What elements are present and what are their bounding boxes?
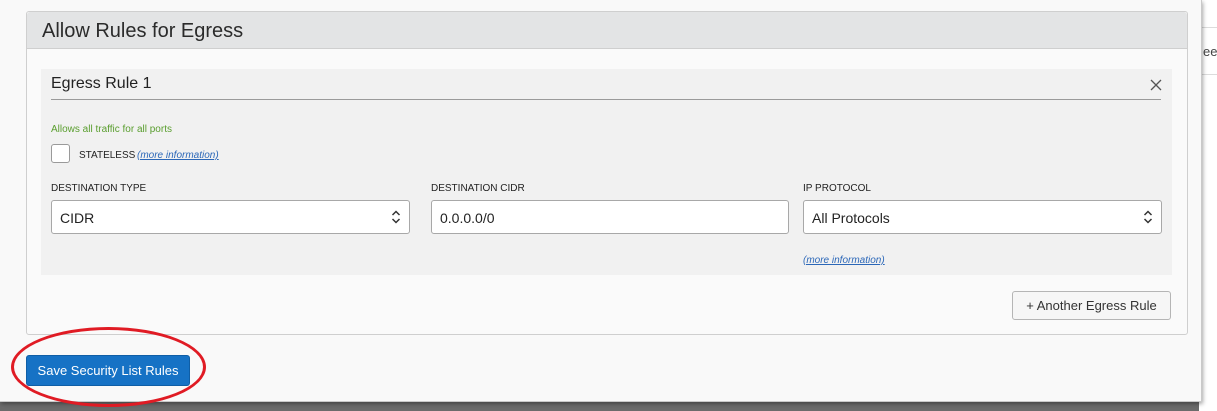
destination-cidr-label: DESTINATION CIDR: [431, 183, 525, 194]
egress-rules-panel: Allow Rules for Egress Egress Rule 1 All…: [26, 11, 1188, 335]
destination-type-label: DESTINATION TYPE: [51, 183, 147, 194]
background-text-fragment: eed: [1203, 44, 1217, 59]
security-list-rules-dialog: Allow Rules for Egress Egress Rule 1 All…: [0, 0, 1202, 402]
rule-title-divider: [51, 99, 1161, 100]
stateless-checkbox[interactable]: [51, 144, 70, 163]
destination-type-select[interactable]: CIDR: [51, 200, 410, 234]
ip-protocol-value: All Protocols: [812, 210, 890, 226]
chevron-up-down-icon: [1143, 210, 1153, 224]
destination-cidr-value: 0.0.0.0/0: [440, 210, 495, 226]
destination-type-value: CIDR: [60, 210, 95, 226]
destination-cidr-input[interactable]: 0.0.0.0/0: [431, 200, 789, 234]
stateless-label: STATELESS: [79, 150, 136, 161]
save-security-list-rules-button[interactable]: Save Security List Rules: [26, 355, 190, 386]
ip-protocol-label: IP PROTOCOL: [803, 183, 871, 194]
egress-rule-title: Egress Rule 1: [51, 75, 152, 92]
close-icon[interactable]: [1149, 78, 1163, 92]
add-egress-rule-button[interactable]: + Another Egress Rule: [1012, 291, 1171, 320]
stateless-more-info-link[interactable]: (more information): [137, 150, 219, 161]
panel-title: Allow Rules for Egress: [42, 20, 244, 42]
ip-protocol-more-info-link[interactable]: (more information): [803, 255, 885, 266]
chevron-up-down-icon: [391, 210, 401, 224]
ip-protocol-select[interactable]: All Protocols: [803, 200, 1162, 234]
rule-hint-text: Allows all traffic for all ports: [51, 124, 172, 135]
egress-rule-card: Egress Rule 1 Allows all traffic for all…: [41, 69, 1172, 275]
